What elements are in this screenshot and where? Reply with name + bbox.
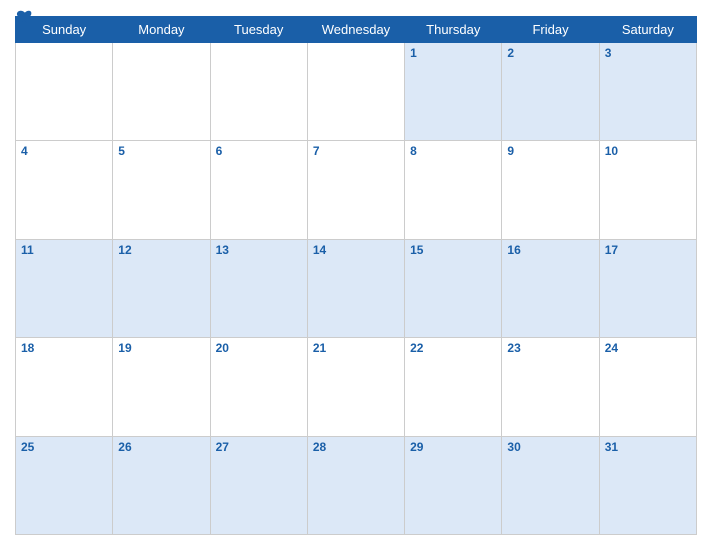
day-number: 16: [507, 243, 593, 257]
calendar-week-row: 25 26 27 28 29 30 31: [16, 436, 697, 534]
calendar-day-cell[interactable]: 30: [502, 436, 599, 534]
day-number: 30: [507, 440, 593, 454]
calendar-day-cell[interactable]: 18: [16, 338, 113, 436]
calendar-day-cell[interactable]: 8: [405, 141, 502, 239]
calendar-day-cell[interactable]: 29: [405, 436, 502, 534]
day-number: 1: [410, 46, 496, 60]
calendar-day-cell[interactable]: 27: [210, 436, 307, 534]
calendar-container: Sunday Monday Tuesday Wednesday Thursday…: [0, 0, 712, 550]
day-number: 3: [605, 46, 691, 60]
calendar-day-cell[interactable]: [210, 43, 307, 141]
logo-bird-icon: [15, 10, 33, 24]
calendar-day-cell[interactable]: 10: [599, 141, 696, 239]
calendar-week-row: 456789 10: [16, 141, 697, 239]
calendar-day-cell[interactable]: 19: [113, 338, 210, 436]
weekday-header-row: Sunday Monday Tuesday Wednesday Thursday…: [16, 17, 697, 43]
day-number: 20: [216, 341, 302, 355]
day-number: 17: [605, 243, 691, 257]
header-monday: Monday: [113, 17, 210, 43]
calendar-day-cell[interactable]: 21: [307, 338, 404, 436]
day-number: 29: [410, 440, 496, 454]
day-number: 19: [118, 341, 204, 355]
calendar-day-cell[interactable]: 25: [16, 436, 113, 534]
calendar-day-cell[interactable]: 1: [405, 43, 502, 141]
day-number: 15: [410, 243, 496, 257]
calendar-table: Sunday Monday Tuesday Wednesday Thursday…: [15, 16, 697, 535]
calendar-thead: Sunday Monday Tuesday Wednesday Thursday…: [16, 17, 697, 43]
calendar-day-cell[interactable]: 22: [405, 338, 502, 436]
calendar-day-cell[interactable]: [16, 43, 113, 141]
calendar-week-row: 11 12 13 14 15 16 17: [16, 239, 697, 337]
day-number: 14: [313, 243, 399, 257]
day-number: 22: [410, 341, 496, 355]
day-number: 7: [313, 144, 399, 158]
calendar-day-cell[interactable]: 5: [113, 141, 210, 239]
calendar-day-cell[interactable]: 20: [210, 338, 307, 436]
day-number: 24: [605, 341, 691, 355]
day-number: 8: [410, 144, 496, 158]
calendar-day-cell[interactable]: 31: [599, 436, 696, 534]
calendar-day-cell[interactable]: 23: [502, 338, 599, 436]
day-number: 11: [21, 243, 107, 257]
day-number: 25: [21, 440, 107, 454]
calendar-week-row: 18 19 20 21 22 23 24: [16, 338, 697, 436]
calendar-day-cell[interactable]: 17: [599, 239, 696, 337]
header-friday: Friday: [502, 17, 599, 43]
day-number: 12: [118, 243, 204, 257]
calendar-day-cell[interactable]: 7: [307, 141, 404, 239]
day-number: 31: [605, 440, 691, 454]
day-number: 23: [507, 341, 593, 355]
header-tuesday: Tuesday: [210, 17, 307, 43]
day-number: 26: [118, 440, 204, 454]
day-number: 9: [507, 144, 593, 158]
day-number: 10: [605, 144, 691, 158]
day-number: 2: [507, 46, 593, 60]
day-number: 27: [216, 440, 302, 454]
calendar-body: 1234567891011121314151617181920212223242…: [16, 43, 697, 535]
calendar-day-cell[interactable]: 3: [599, 43, 696, 141]
calendar-day-cell[interactable]: 6: [210, 141, 307, 239]
calendar-day-cell[interactable]: 24: [599, 338, 696, 436]
calendar-day-cell[interactable]: [113, 43, 210, 141]
calendar-day-cell[interactable]: 9: [502, 141, 599, 239]
calendar-day-cell[interactable]: 26: [113, 436, 210, 534]
calendar-day-cell[interactable]: 11: [16, 239, 113, 337]
calendar-day-cell[interactable]: 12: [113, 239, 210, 337]
logo-blue-text: [15, 10, 35, 24]
calendar-day-cell[interactable]: 14: [307, 239, 404, 337]
calendar-day-cell[interactable]: [307, 43, 404, 141]
header-wednesday: Wednesday: [307, 17, 404, 43]
header-thursday: Thursday: [405, 17, 502, 43]
day-number: 21: [313, 341, 399, 355]
calendar-day-cell[interactable]: 28: [307, 436, 404, 534]
day-number: 4: [21, 144, 107, 158]
day-number: 18: [21, 341, 107, 355]
calendar-day-cell[interactable]: 4: [16, 141, 113, 239]
day-number: 6: [216, 144, 302, 158]
calendar-day-cell[interactable]: 16: [502, 239, 599, 337]
calendar-day-cell[interactable]: 13: [210, 239, 307, 337]
calendar-week-row: 123: [16, 43, 697, 141]
day-number: 13: [216, 243, 302, 257]
calendar-day-cell[interactable]: 15: [405, 239, 502, 337]
day-number: 5: [118, 144, 204, 158]
day-number: 28: [313, 440, 399, 454]
header-saturday: Saturday: [599, 17, 696, 43]
calendar-day-cell[interactable]: 2: [502, 43, 599, 141]
logo: [15, 10, 35, 24]
